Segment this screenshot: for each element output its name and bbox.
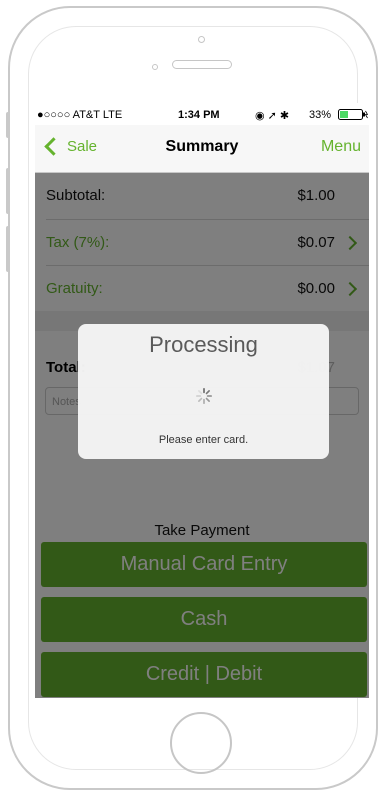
status-bar: ●○○○○ AT&T LTE 1:34 PM ◉ ➚ ✱ 33% [35, 103, 369, 125]
carrier-label: ●○○○○ AT&T LTE [37, 109, 123, 121]
app-screen: ●○○○○ AT&T LTE 1:34 PM ◉ ➚ ✱ 33% Sale Su… [35, 103, 369, 698]
clock: 1:34 PM [178, 109, 220, 121]
status-icons: ◉ ➚ ✱ [255, 110, 290, 122]
earpiece-speaker [172, 60, 232, 69]
menu-button[interactable]: Menu [321, 138, 361, 156]
processing-dialog: Processing Please enter card. [78, 324, 329, 459]
mute-switch [6, 112, 10, 138]
dialog-title: Processing [149, 332, 258, 357]
page-title: Summary [165, 138, 239, 155]
dialog-message: Please enter card. [158, 434, 249, 446]
proximity-sensor [152, 64, 158, 70]
navigation-bar: Sale Summary Menu [35, 125, 369, 173]
volume-up-button [6, 168, 10, 214]
battery-icon [338, 109, 368, 120]
battery-percent: 33% [309, 109, 332, 121]
loading-spinner-icon [195, 387, 213, 405]
volume-down-button [6, 226, 10, 272]
home-button[interactable] [170, 712, 232, 774]
front-camera [198, 36, 205, 43]
